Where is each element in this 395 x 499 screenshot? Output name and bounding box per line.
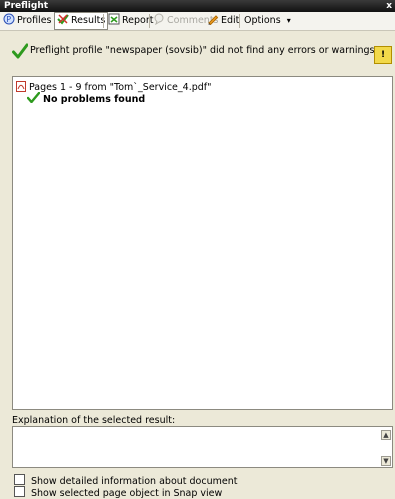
report-icon: [108, 13, 120, 25]
profiles-tab[interactable]: P Profiles: [1, 13, 54, 28]
scroll-up-button[interactable]: ▲: [381, 430, 391, 440]
comments-icon: [154, 13, 164, 25]
edit-label: Edit: [221, 15, 240, 26]
results-label: Results: [71, 15, 106, 26]
scroll-down-button[interactable]: ▼: [381, 456, 391, 466]
toolbar-separator: [103, 14, 104, 28]
checkbox-box[interactable]: [14, 486, 25, 497]
toolbar: P Profiles Results Report Comments Edit O…: [0, 12, 395, 31]
explanation-label: Explanation of the selected result:: [12, 415, 176, 426]
checkbox-box[interactable]: [14, 474, 25, 485]
tree-result-label: No problems found: [43, 94, 146, 105]
tree-row-result[interactable]: No problems found: [26, 91, 146, 105]
options-menu[interactable]: Options ▾: [242, 13, 293, 28]
results-icon: [57, 14, 69, 25]
results-tree[interactable]: Pages 1 - 9 from "Tom`_Service_4.pdf" No…: [12, 76, 393, 410]
checkbox-label: Show selected page object in Snap view: [31, 488, 223, 499]
profiles-label: Profiles: [17, 15, 52, 26]
pencil-icon: [208, 15, 219, 25]
results-tab[interactable]: Results: [54, 12, 109, 30]
title-bar: Preflight x: [0, 0, 395, 12]
profiles-icon: P: [3, 13, 15, 25]
explanation-box[interactable]: ▲ ▼: [12, 426, 393, 468]
toolbar-separator: [149, 14, 150, 28]
warning-glyph: !: [380, 50, 386, 60]
message-text: Preflight profile "newspaper (sovsib)" d…: [30, 45, 378, 56]
edit-tab[interactable]: Edit: [205, 13, 241, 28]
green-check-icon: [12, 43, 28, 59]
preflight-message: Preflight profile "newspaper (sovsib)" d…: [0, 31, 395, 67]
options-label: Options: [244, 15, 281, 26]
chevron-down-icon: ▾: [286, 16, 291, 25]
window-title: Preflight: [4, 1, 49, 11]
toolbar-separator: [239, 14, 240, 28]
close-button[interactable]: x: [386, 0, 392, 12]
green-check-icon: [26, 91, 41, 104]
svg-text:P: P: [6, 15, 11, 24]
warning-icon[interactable]: !: [374, 46, 392, 64]
pdf-file-icon: [16, 81, 26, 92]
